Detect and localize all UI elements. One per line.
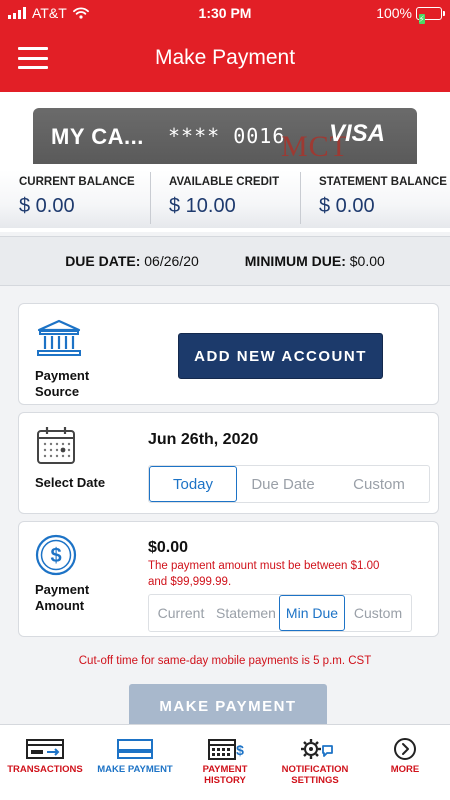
minimum-due-label: MINIMUM DUE: (244, 253, 346, 269)
status-bar: AT&T 1:30 PM 100% ⚡ (0, 0, 450, 26)
svg-text:$: $ (50, 545, 61, 567)
credit-card-image: MY CA... **** 0016 MCT VISA (33, 108, 417, 164)
tab-transactions-label: TRANSACTIONS (0, 764, 90, 775)
battery-icon: ⚡ (416, 6, 445, 24)
date-option-custom[interactable]: Custom (329, 466, 429, 502)
tab-more-line1: MORE (390, 764, 420, 775)
date-option-group: Today Due Date Custom (148, 465, 430, 503)
amount-error-line1: The payment amount must be between $1.00 (148, 560, 380, 572)
payment-amount-value: $0.00 (148, 539, 189, 556)
payment-source-label: Payment Source (35, 368, 89, 400)
status-right: 100% ⚡ (376, 5, 445, 24)
balance-row: CURRENT BALANCE $ 0.00 AVAILABLE CREDIT … (0, 170, 450, 228)
bank-icon (37, 319, 81, 356)
select-date-label: Select Date (35, 475, 106, 490)
bottom-tab-bar: TRANSACTIONS MAKE PAYMENT $ PAYMENT HIST… (0, 724, 450, 800)
app-header: AT&T 1:30 PM 100% ⚡ Make Payment (0, 0, 450, 92)
current-balance-value: $ 0.00 (19, 195, 75, 217)
card-number: **** 0016 (168, 124, 286, 148)
chevron-right-circle-icon (394, 738, 416, 760)
payment-source-label-line2: Source (35, 384, 80, 399)
tab-transactions[interactable]: TRANSACTIONS (0, 725, 90, 800)
available-credit-value: $ 10.00 (169, 195, 236, 217)
amount-error-line2: and $99,999.99. (148, 576, 232, 588)
due-date-label: DUE DATE: (65, 253, 141, 269)
due-date-value: 06/26/20 (144, 253, 199, 269)
amount-option-current[interactable]: Current (149, 595, 213, 631)
tab-payment-history-label: PAYMENT HISTORY (180, 764, 270, 786)
amount-option-group: Current Statemen Min Due Custom (148, 594, 412, 632)
dollar-icon: $ (35, 534, 77, 576)
payment-source-panel: Payment Source ADD NEW ACCOUNT (18, 303, 439, 405)
svg-text:$: $ (236, 742, 244, 758)
payment-amount-label-line2: Amount (35, 598, 85, 613)
statement-balance: STATEMENT BALANCE $ 0.00 (300, 170, 450, 228)
tab-more[interactable]: MORE (360, 725, 450, 800)
payment-amount-label: Payment Amount (35, 582, 89, 614)
select-date-panel: Select Date Jun 26th, 2020 Today Due Dat… (18, 412, 439, 514)
due-summary: DUE DATE: 06/26/20 MINIMUM DUE: $0.00 (0, 236, 450, 286)
payment-source-label-line1: Payment (35, 368, 90, 383)
current-balance: CURRENT BALANCE $ 0.00 (0, 170, 150, 228)
minimum-due: MINIMUM DUE: $0.00 (245, 253, 385, 269)
payment-amount-panel: $ Payment Amount $0.00 The payment amoun… (18, 521, 439, 637)
calendar-icon (37, 427, 75, 464)
date-option-today[interactable]: Today (149, 466, 237, 502)
tab-make-payment[interactable]: MAKE PAYMENT (90, 725, 180, 800)
tab-payment-history[interactable]: $ PAYMENT HISTORY (180, 725, 270, 800)
battery-percent: 100% (376, 5, 412, 21)
date-option-due-date[interactable]: Due Date (237, 466, 329, 502)
tab-more-label: MORE (360, 764, 450, 775)
visa-logo: VISA (328, 120, 385, 147)
statement-balance-label: STATEMENT BALANCE (319, 176, 447, 188)
current-balance-label: CURRENT BALANCE (19, 176, 135, 188)
amount-error-message: The payment amount must be between $1.00… (148, 558, 428, 590)
tab-make-payment-line1: MAKE PAYMENT (97, 764, 173, 775)
tab-transactions-line1: TRANSACTIONS (7, 764, 83, 775)
notification-settings-icon (301, 739, 333, 759)
add-new-account-button[interactable]: ADD NEW ACCOUNT (178, 333, 383, 379)
make-payment-button[interactable]: MAKE PAYMENT (129, 684, 327, 728)
card-name: MY CA... (51, 124, 144, 149)
tab-payment-history-line1: PAYMENT (202, 764, 248, 775)
tab-notification-settings[interactable]: NOTIFICATION SETTINGS (270, 725, 360, 800)
due-date: DUE DATE: 06/26/20 (65, 253, 199, 269)
selected-date: Jun 26th, 2020 (148, 431, 259, 448)
transactions-icon (26, 739, 64, 759)
amount-option-statement[interactable]: Statemen (213, 595, 279, 631)
cutoff-notice: Cut-off time for same-day mobile payment… (78, 655, 372, 667)
tab-notification-settings-line2: SETTINGS (291, 775, 339, 786)
payment-history-icon: $ (208, 739, 244, 760)
make-payment-icon (117, 739, 153, 759)
amount-option-custom[interactable]: Custom (345, 595, 411, 631)
available-credit: AVAILABLE CREDIT $ 10.00 (150, 170, 300, 228)
available-credit-label: AVAILABLE CREDIT (169, 176, 280, 188)
tab-make-payment-label: MAKE PAYMENT (90, 764, 180, 775)
tab-notification-settings-line1: NOTIFICATION (281, 764, 349, 775)
amount-option-min-due[interactable]: Min Due (279, 595, 345, 631)
account-summary: MY CA... **** 0016 MCT VISA CURRENT BALA… (0, 92, 450, 232)
statement-balance-value: $ 0.00 (319, 195, 375, 217)
tab-notification-settings-label: NOTIFICATION SETTINGS (270, 764, 360, 786)
tab-payment-history-line2: HISTORY (204, 775, 246, 786)
payment-amount-label-line1: Payment (35, 582, 90, 597)
minimum-due-value: $0.00 (349, 253, 385, 269)
page-title: Make Payment (154, 46, 296, 69)
